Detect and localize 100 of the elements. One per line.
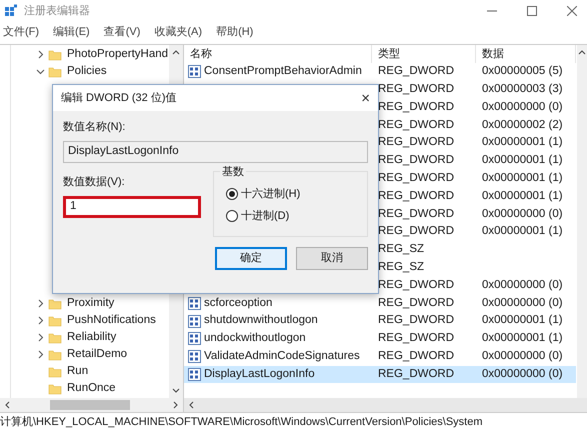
tree-item[interactable]: RetailDemo xyxy=(67,346,128,364)
menu-item[interactable]: 帮助(H) xyxy=(216,24,254,40)
folder-icon xyxy=(48,348,62,362)
chevron-down-icon[interactable] xyxy=(36,67,44,76)
value-type: REG_DWORD xyxy=(377,313,456,328)
tree-item[interactable]: RunOnce xyxy=(67,380,116,398)
value-type: REG_DWORD xyxy=(377,100,456,115)
value-data: 0x00000001 (1) xyxy=(481,153,564,168)
value-name: ConsentPromptBehaviorAdmin xyxy=(204,64,362,80)
binary-value-icon xyxy=(188,350,201,364)
folder-icon xyxy=(48,64,62,78)
value-type: REG_DWORD xyxy=(377,224,456,240)
value-type: REG_DWORD xyxy=(377,64,456,80)
status-bar-path: 计算机\HKEY_LOCAL_MACHINE\SOFTWARE\Microsoft\Windows\CurrentVersion\Policies\System xyxy=(0,414,482,430)
scroll-down-icon[interactable] xyxy=(172,388,180,394)
value-data: 0x00000001 (1) xyxy=(481,224,564,240)
value-type: REG_DWORD xyxy=(377,366,456,382)
radio-button[interactable] xyxy=(226,188,238,200)
value-type: REG_DWORD xyxy=(377,331,456,346)
value-data: 0x00000001 (1) xyxy=(481,171,564,186)
value-type: REG_DWORD xyxy=(377,206,456,222)
maximize-icon[interactable] xyxy=(527,6,537,16)
table-row[interactable]: shutdownwithoutlogon REG_DWORD 0x00000001 (1) xyxy=(184,312,576,330)
chevron-right-icon[interactable] xyxy=(36,316,44,325)
menu-item[interactable]: 编辑(E) xyxy=(53,24,90,40)
binary-value-icon xyxy=(188,296,201,310)
folder-icon xyxy=(48,330,62,344)
value-data: 0x00000001 (1) xyxy=(481,313,564,328)
radio-label[interactable]: 十六进制(H) xyxy=(241,186,300,202)
value-data: 0x00000000 (0) xyxy=(481,100,564,115)
folder-icon xyxy=(48,364,62,378)
table-row[interactable]: ConsentPromptBehaviorAdmin REG_DWORD 0x00000005 (5) xyxy=(184,63,576,81)
table-row[interactable]: undockwithoutlogon REG_DWORD 0x00000001 (1) xyxy=(184,330,576,348)
chevron-right-icon[interactable] xyxy=(36,350,44,359)
value-data: 0x00000001 (1) xyxy=(481,331,564,346)
close-icon[interactable] xyxy=(567,6,577,16)
folder-icon xyxy=(48,48,62,62)
column-header[interactable]: 数据 xyxy=(476,45,576,63)
value-name: ValidateAdminCodeSignatures xyxy=(204,349,360,364)
value-data: 0x00000000 (0) xyxy=(481,349,564,364)
menu-item[interactable]: 收藏夹(A) xyxy=(154,24,202,40)
chevron-right-icon[interactable] xyxy=(36,299,44,308)
value-type: REG_DWORD xyxy=(377,278,456,293)
tree-item[interactable]: Reliability xyxy=(67,328,116,346)
value-data: 0x00000000 (0) xyxy=(481,296,564,311)
chevron-right-icon[interactable] xyxy=(36,50,44,59)
value-type: REG_DWORD xyxy=(377,188,456,204)
value-data: 0x00000005 (5) xyxy=(481,64,564,80)
scroll-left-icon[interactable] xyxy=(188,401,194,409)
value-type: REG_DWORD xyxy=(377,349,456,364)
tree-item[interactable]: Proximity xyxy=(67,294,114,312)
value-type: REG_DWORD xyxy=(377,82,456,98)
value-type: REG_DWORD xyxy=(377,171,456,186)
name-field[interactable]: DisplayLastLogonInfo xyxy=(63,140,368,162)
value-type: REG_SZ xyxy=(377,260,426,276)
value-name: DisplayLastLogonInfo xyxy=(204,366,315,382)
table-row[interactable]: scforceoption REG_DWORD 0x00000000 (0) xyxy=(184,294,576,312)
value-type: REG_DWORD xyxy=(377,153,456,168)
scroll-right-icon[interactable] xyxy=(173,401,179,409)
table-row[interactable]: ValidateAdminCodeSignatures REG_DWORD 0x00000000 (0) xyxy=(184,348,576,366)
value-data: 0x00000001 (1) xyxy=(481,135,564,150)
vertical-scrollbar[interactable] xyxy=(577,45,587,398)
scroll-up-icon[interactable] xyxy=(578,49,586,55)
chevron-right-icon[interactable] xyxy=(36,333,44,342)
dialog-button[interactable]: 确定 xyxy=(215,246,287,270)
name-label: 数值名称(N): xyxy=(63,120,126,135)
dialog-button[interactable]: 取消 xyxy=(296,246,368,270)
dialog-title: 编辑 DWORD (32 位)值 xyxy=(61,90,176,106)
value-data: 0x00000003 (3) xyxy=(481,82,564,98)
value-name: scforceoption xyxy=(204,296,272,311)
column-header[interactable]: 名称 xyxy=(184,45,372,63)
menu-item[interactable]: 查看(V) xyxy=(104,24,140,40)
value-name: shutdownwithoutlogon xyxy=(204,313,318,328)
binary-value-icon xyxy=(188,314,201,328)
value-type: REG_DWORD xyxy=(377,296,456,311)
scroll-left-icon[interactable] xyxy=(4,401,10,409)
binary-value-icon xyxy=(188,65,201,78)
column-header[interactable]: 类型 xyxy=(372,45,476,63)
horizontal-scrollbar[interactable] xyxy=(0,398,183,412)
table-row[interactable]: DisplayLastLogonInfo REG_DWORD 0x00000000 (0) xyxy=(184,366,576,384)
folder-icon xyxy=(48,296,62,310)
tree-item[interactable]: Policies xyxy=(67,62,107,80)
value-data: 0x00000001 (1) xyxy=(481,188,564,204)
tree-item[interactable]: Run xyxy=(67,362,88,380)
data-label: 数值数据(V): xyxy=(63,174,126,190)
radio-label[interactable]: 十进制(D) xyxy=(241,208,290,224)
tree-item[interactable]: PhotoPropertyHand xyxy=(67,46,168,64)
radio-button[interactable] xyxy=(226,210,238,222)
window-title: 注册表编辑器 xyxy=(24,4,90,19)
folder-icon xyxy=(48,382,62,396)
value-type: REG_DWORD xyxy=(377,118,456,133)
value-type: REG_DWORD xyxy=(377,135,456,150)
horizontal-scrollbar[interactable] xyxy=(184,398,587,412)
tree-item[interactable]: PushNotifications xyxy=(67,312,156,330)
value-data: 0x00000002 (2) xyxy=(481,118,564,133)
scroll-up-icon[interactable] xyxy=(172,49,180,55)
binary-value-icon xyxy=(188,368,201,381)
dialog-close-button[interactable]: × xyxy=(361,90,370,106)
menu-item[interactable]: 文件(F) xyxy=(3,24,40,40)
data-field[interactable]: 1 xyxy=(63,196,201,218)
